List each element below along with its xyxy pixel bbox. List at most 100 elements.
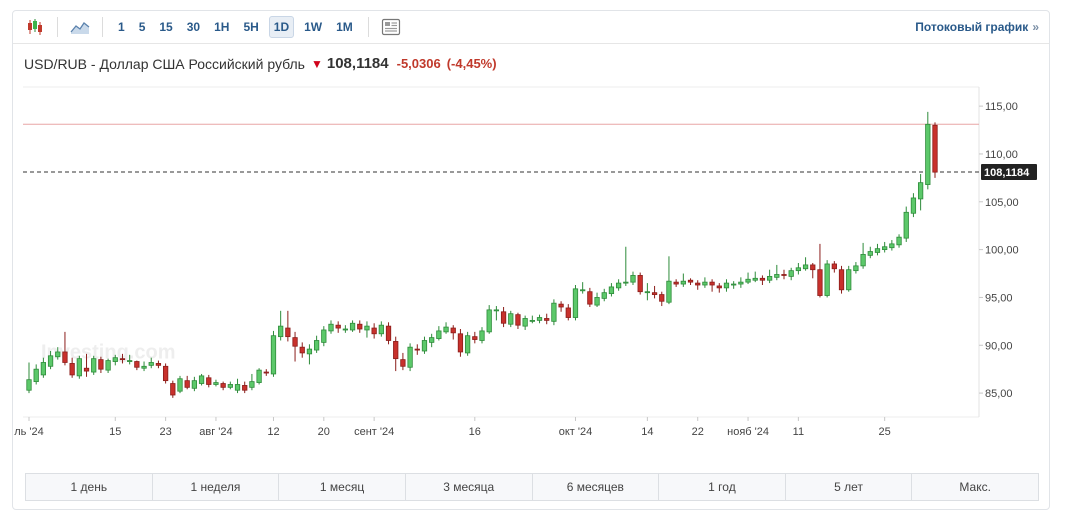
- range-selector: 1 день 1 неделя 1 месяц 3 месяца 6 месяцев 1 …: [25, 473, 1039, 501]
- candle-down: [285, 327, 291, 338]
- candle-up: [731, 283, 737, 286]
- candle-down: [184, 380, 190, 388]
- y-tick-label: 85,00: [985, 388, 1013, 400]
- candle-down: [335, 324, 341, 329]
- candle-up: [745, 278, 751, 283]
- x-tick-label: 22: [692, 426, 704, 438]
- candle-down: [709, 281, 715, 286]
- candle-up: [752, 277, 758, 281]
- candle-down: [673, 281, 679, 285]
- candle-up: [141, 365, 147, 369]
- candle-up: [551, 302, 557, 322]
- candle-up: [436, 330, 442, 339]
- candle-down: [292, 337, 298, 347]
- candle-down: [155, 363, 162, 366]
- candle-down: [637, 275, 643, 293]
- candle-up: [256, 369, 262, 383]
- candle-up: [249, 381, 255, 388]
- candle-up: [191, 380, 198, 389]
- candle-up: [40, 362, 47, 376]
- candle-up: [321, 329, 327, 343]
- candle-down: [393, 341, 399, 360]
- candle-up: [213, 382, 219, 385]
- candle-down: [206, 377, 212, 385]
- x-tick-label: 11: [793, 426, 804, 438]
- x-tick-label: 23: [159, 426, 171, 438]
- candle-up: [33, 368, 39, 383]
- y-tick-label: 95,00: [985, 292, 1013, 304]
- candle-down: [565, 307, 571, 318]
- candle-up: [342, 328, 349, 331]
- candle-down: [515, 314, 521, 326]
- candle-up: [105, 360, 111, 371]
- candle-up: [874, 248, 881, 253]
- candle-up: [802, 264, 809, 270]
- candle-down: [651, 292, 658, 295]
- candle-up: [896, 236, 902, 246]
- candle-up: [55, 351, 61, 358]
- range-button[interactable]: 3 месяца: [405, 474, 533, 500]
- candle-up: [407, 346, 413, 368]
- range-button[interactable]: 5 лет: [785, 474, 913, 500]
- x-tick-label: нояб '24: [727, 426, 769, 438]
- candle-up: [680, 280, 686, 285]
- candle-up: [486, 309, 492, 333]
- candle-up: [738, 281, 744, 285]
- candle-up: [479, 330, 485, 341]
- candle-up: [443, 326, 449, 333]
- candle-down: [263, 371, 269, 374]
- candle-down: [810, 264, 816, 271]
- candle-up: [148, 362, 154, 366]
- candle-down: [759, 277, 766, 281]
- chart-widget: 1 5 15 30 1H 5H 1D 1W 1M Потоковый график» USD/R…: [12, 10, 1050, 510]
- range-button[interactable]: 6 месяцев: [532, 474, 660, 500]
- candle-up: [846, 269, 852, 291]
- y-tick-label: 100,00: [985, 245, 1019, 257]
- candle-up: [349, 322, 356, 331]
- candle-down: [220, 383, 226, 388]
- candle-down: [170, 383, 176, 396]
- candle-down: [558, 303, 564, 308]
- candle-up: [644, 291, 651, 294]
- candle-up: [723, 282, 730, 289]
- candle-down: [781, 274, 787, 276]
- candle-up: [198, 375, 205, 384]
- candle-down: [134, 361, 140, 368]
- x-tick-label: 12: [267, 426, 279, 438]
- candle-up: [824, 263, 830, 296]
- candle-up: [112, 357, 118, 362]
- candle-up: [234, 384, 241, 391]
- range-button[interactable]: Макс.: [912, 474, 1038, 500]
- candle-up: [529, 319, 535, 322]
- range-button[interactable]: 1 месяц: [279, 474, 406, 500]
- candle-down: [716, 285, 722, 289]
- candle-down: [414, 348, 420, 351]
- x-tick-label: окт '24: [559, 426, 592, 438]
- last-price-label: 108,1184: [984, 167, 1030, 179]
- candle-up: [882, 246, 888, 251]
- candle-up: [867, 251, 873, 256]
- x-tick-label: 25: [879, 426, 891, 438]
- candle-up: [536, 317, 543, 321]
- candle-up: [76, 358, 82, 377]
- price-chart[interactable]: Investing.com115,00110,00105,00100,0095,…: [13, 11, 1049, 471]
- candle-down: [357, 323, 363, 330]
- candle-down: [242, 385, 248, 391]
- candle-down: [400, 359, 406, 367]
- candle-up: [493, 309, 500, 312]
- x-tick-label: 20: [318, 426, 330, 438]
- candle-up: [364, 325, 370, 331]
- candle-up: [47, 355, 54, 367]
- candle-up: [227, 384, 233, 388]
- candle-down: [299, 346, 305, 354]
- candle-up: [615, 282, 622, 289]
- x-tick-label: 15: [109, 426, 121, 438]
- candle-up: [853, 265, 859, 272]
- candle-up: [903, 211, 909, 239]
- range-button[interactable]: 1 день: [26, 474, 153, 500]
- candle-down: [817, 269, 823, 296]
- range-button[interactable]: 1 год: [659, 474, 786, 500]
- range-button[interactable]: 1 неделя: [152, 474, 280, 500]
- candle-up: [788, 270, 794, 277]
- candle-up: [795, 267, 802, 272]
